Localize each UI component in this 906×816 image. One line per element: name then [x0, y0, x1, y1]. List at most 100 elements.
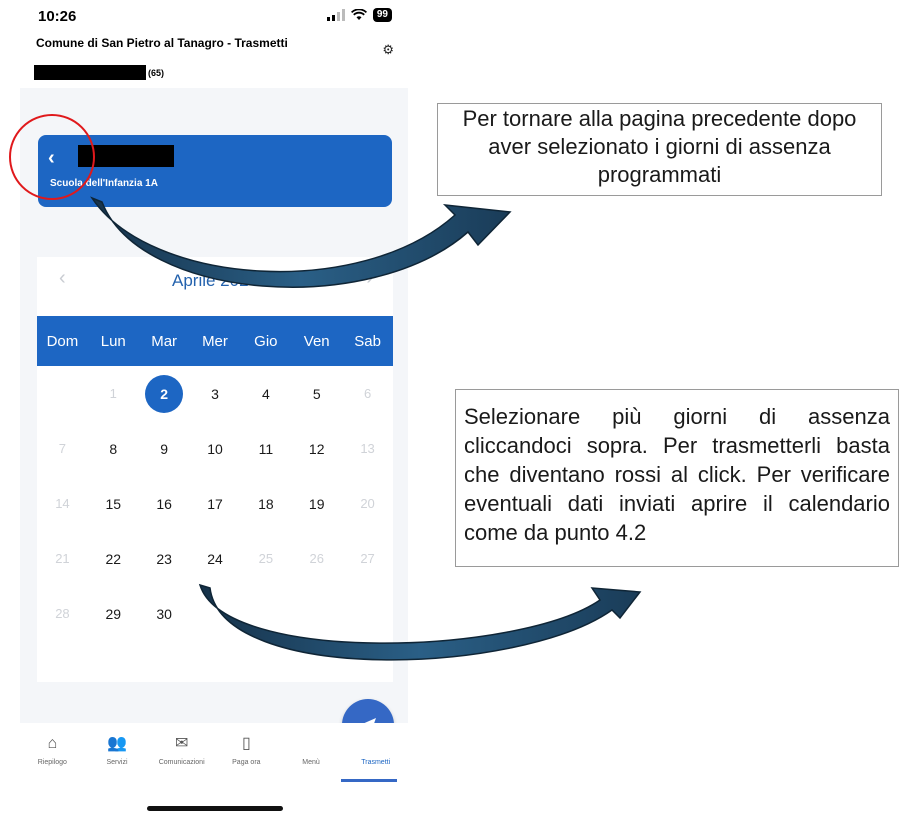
day-number: 23 — [156, 550, 172, 567]
app-title: Comune di San Pietro al Tanagro - Trasme… — [36, 36, 288, 50]
status-icons: 99 — [326, 8, 392, 22]
day-number: 6 — [363, 386, 372, 401]
month-label: Aprile 2024 — [171, 271, 258, 290]
annotation-note-top: Per tornare alla pagina precedente dopo … — [437, 103, 882, 196]
day-number: 25 — [258, 551, 274, 566]
day-number: 11 — [258, 440, 274, 457]
tab-label: Paga ora — [232, 759, 261, 766]
status-bar: 10:26 99 — [20, 0, 408, 30]
day-cell[interactable]: 5 — [291, 366, 342, 421]
day-cell[interactable]: 9 — [139, 421, 190, 476]
home-indicator — [147, 806, 283, 811]
weekday-label: Mer — [202, 332, 228, 350]
day-number: 7 — [58, 441, 67, 456]
user-row: (65) — [34, 65, 164, 80]
day-cell: 7 — [37, 421, 88, 476]
day-cell[interactable]: 11 — [240, 421, 291, 476]
day-cell[interactable]: 29 — [88, 586, 139, 641]
day-cell[interactable]: 17 — [190, 476, 241, 531]
day-number: 9 — [160, 440, 169, 457]
user-count: (65) — [148, 67, 165, 78]
day-cell[interactable]: 24 — [190, 531, 241, 586]
day-cell[interactable]: 18 — [240, 476, 291, 531]
users-icon: 👥 — [107, 735, 127, 752]
weekday-label: Ven — [303, 332, 330, 350]
day-cell[interactable]: 8 — [88, 421, 139, 476]
day-number: 3 — [211, 385, 219, 402]
day-cell[interactable]: 23 — [139, 531, 190, 586]
tab-servizi[interactable]: 👥 Servizi — [85, 723, 150, 783]
active-tab-indicator — [341, 779, 397, 782]
tab-label: Menù — [302, 759, 320, 766]
day-cell[interactable]: 3 — [190, 366, 241, 421]
day-cell: 26 — [291, 531, 342, 586]
day-number: 21 — [55, 551, 70, 566]
weekday-header-row: Dom Lun Mar Mer Gio Ven Sab — [37, 316, 393, 366]
day-number: 22 — [105, 550, 122, 567]
day-number: 10 — [207, 440, 223, 457]
annotation-note-bottom: Selezionare più giorni di assenza clicca… — [455, 389, 899, 567]
day-cell[interactable]: 4 — [240, 366, 291, 421]
days-grid: 1 2 3 4 5 6 7 8 9 10 11 12 13 14 15 16 17 18 19 20 21 22 23 24 2… — [37, 366, 393, 641]
tab-paga-ora[interactable]: ▯ Paga ora — [214, 723, 279, 783]
weekday-label: Dom — [46, 332, 79, 350]
day-number: 12 — [308, 440, 325, 457]
day-number: 27 — [360, 551, 375, 566]
day-cell: 27 — [342, 531, 393, 586]
day-cell[interactable]: 22 — [88, 531, 139, 586]
tab-bar: ⌂ Riepilogo 👥 Servizi ✉ Comunicazioni ▯ Paga or… — [20, 723, 408, 783]
day-number: 24 — [207, 550, 223, 567]
day-number: 30 — [156, 605, 172, 622]
day-number: 16 — [156, 495, 172, 512]
empty-day-cell — [37, 366, 88, 421]
day-cell: 13 — [342, 421, 393, 476]
envelope-icon: ✉ — [174, 735, 189, 752]
day-number: 17 — [207, 495, 223, 512]
home-icon: ⌂ — [47, 735, 58, 752]
day-number: 8 — [109, 440, 118, 457]
tab-label: Trasmetti — [361, 759, 391, 766]
day-cell-selected[interactable]: 2 — [139, 366, 190, 421]
day-number: 4 — [261, 385, 270, 402]
card-icon: ▯ — [241, 735, 251, 752]
tab-trasmetti[interactable]: Trasmetti — [343, 723, 408, 783]
day-cell[interactable]: 19 — [291, 476, 342, 531]
day-number: 18 — [258, 495, 274, 512]
tab-label: Servizi — [106, 759, 128, 766]
tab-men-[interactable]: Menù — [279, 723, 344, 783]
day-number: 20 — [360, 496, 375, 511]
calendar: ‹ Aprile 2024 › Dom Lun Mar Mer Gio Ven Sab 12… — [37, 257, 393, 682]
day-number: 14 — [55, 496, 70, 511]
wifi-icon — [350, 9, 367, 20]
weekday-label: Gio — [254, 332, 278, 350]
calendar-header: ‹ Aprile 2024 › — [37, 257, 393, 307]
day-number: 13 — [360, 441, 375, 456]
day-number: 15 — [105, 495, 122, 512]
day-cell[interactable]: 10 — [190, 421, 241, 476]
day-cell[interactable]: 12 — [291, 421, 342, 476]
next-month-button[interactable]: › — [366, 267, 373, 290]
day-number: 5 — [312, 385, 321, 402]
day-number: 29 — [105, 605, 122, 622]
weekday-label: Sab — [354, 332, 381, 350]
day-number: 2 — [145, 374, 184, 413]
tab-comunicazioni[interactable]: ✉ Comunicazioni — [149, 723, 214, 783]
tab-riepilogo[interactable]: ⌂ Riepilogo — [20, 723, 85, 783]
day-cell: 14 — [37, 476, 88, 531]
settings-gear-icon[interactable]: ⚙ — [382, 42, 394, 58]
day-cell: 28 — [37, 586, 88, 641]
highlight-circle — [9, 114, 95, 200]
day-cell: 1 — [88, 366, 139, 421]
tab-label: Riepilogo — [37, 759, 67, 766]
day-cell[interactable]: 16 — [139, 476, 190, 531]
day-cell[interactable]: 15 — [88, 476, 139, 531]
day-cell: 20 — [342, 476, 393, 531]
day-number: 28 — [55, 606, 70, 621]
day-cell[interactable]: 30 — [139, 586, 190, 641]
day-number: 1 — [109, 386, 117, 401]
day-cell: 21 — [37, 531, 88, 586]
weekday-label: Lun — [100, 332, 126, 350]
day-number: 19 — [308, 495, 325, 512]
signal-icon — [326, 9, 345, 21]
day-cell: 6 — [342, 366, 393, 421]
